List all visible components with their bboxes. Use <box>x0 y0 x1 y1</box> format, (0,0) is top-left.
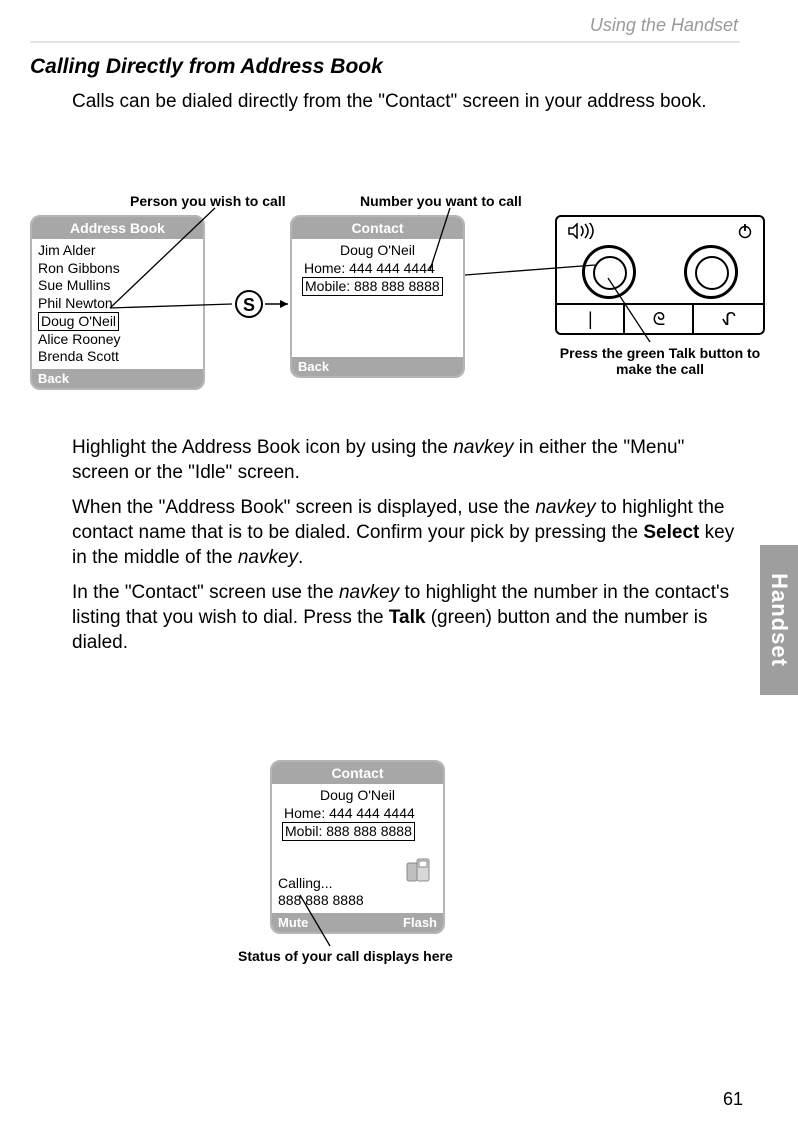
contact-body: Doug O'Neil Home: 444 444 4444 Mobil: 88… <box>272 784 443 913</box>
list-item[interactable]: Brenda Scott <box>38 348 197 366</box>
handset-illustration: | ᘓ ᖋ <box>555 215 765 335</box>
caption-press: Press the green Talk button to make the … <box>555 345 765 377</box>
softkey-row: Mute Flash <box>272 913 443 932</box>
contact-name: Doug O'Neil <box>278 787 437 805</box>
keypad-2[interactable]: ᘓ <box>626 305 694 333</box>
address-list: Jim Alder Ron Gibbons Sue Mullins Phil N… <box>32 239 203 369</box>
list-item[interactable]: Alice Rooney <box>38 331 197 349</box>
caption-status: Status of your call displays here <box>238 948 453 964</box>
list-item-selected[interactable]: Doug O'Neil <box>38 312 197 331</box>
phone-icon <box>405 857 435 885</box>
contact-home[interactable]: Home: 444 444 4444 <box>304 260 457 278</box>
paragraph-1: Highlight the Address Book icon by using… <box>72 435 738 485</box>
caption-number: Number you want to call <box>360 193 522 209</box>
caption-person: Person you wish to call <box>130 193 286 209</box>
screen-contact: Contact Doug O'Neil Home: 444 444 4444 M… <box>290 215 465 378</box>
select-key-icon: S <box>235 290 263 318</box>
keypad-3[interactable]: ᖋ <box>695 305 763 333</box>
screen-contact-calling: Contact Doug O'Neil Home: 444 444 4444 M… <box>270 760 445 934</box>
softkey-back[interactable]: Back <box>298 359 329 374</box>
page-number: 61 <box>723 1089 743 1110</box>
list-item[interactable]: Ron Gibbons <box>38 260 197 278</box>
softkey-flash[interactable]: Flash <box>403 915 437 930</box>
softkey-mute[interactable]: Mute <box>278 915 308 930</box>
softkey-row: Back <box>32 369 203 388</box>
list-item[interactable]: Jim Alder <box>38 242 197 260</box>
section-title: Calling Directly from Address Book <box>30 55 383 79</box>
power-icon <box>737 223 753 239</box>
screen-title: Contact <box>292 217 463 239</box>
paragraph-2: When the "Address Book" screen is displa… <box>72 495 738 570</box>
volume-icon <box>567 223 601 239</box>
keypad-1[interactable]: | <box>557 305 625 333</box>
screen-title: Address Book <box>32 217 203 239</box>
side-tab: Handset <box>760 545 798 695</box>
contact-body: Doug O'Neil Home: 444 444 4444 Mobile: 8… <box>292 239 463 357</box>
paragraph-3: In the "Contact" screen use the navkey t… <box>72 580 738 655</box>
list-item[interactable]: Phil Newton <box>38 295 197 313</box>
contact-mobile-selected[interactable]: Mobile: 888 888 8888 <box>302 277 457 296</box>
intro-paragraph: Calls can be dialed directly from the "C… <box>72 90 738 115</box>
talk-button[interactable] <box>582 245 636 299</box>
status-number: 888 888 8888 <box>278 892 437 910</box>
contact-name: Doug O'Neil <box>298 242 457 260</box>
softkey-back[interactable]: Back <box>38 371 69 386</box>
contact-mobile-selected: Mobil: 888 888 8888 <box>282 822 437 841</box>
end-button[interactable] <box>684 245 738 299</box>
softkey-row: Back <box>292 357 463 376</box>
header-section-label: Using the Handset <box>590 15 738 36</box>
contact-home: Home: 444 444 4444 <box>284 805 437 823</box>
screen-title: Contact <box>272 762 443 784</box>
screen-address-book: Address Book Jim Alder Ron Gibbons Sue M… <box>30 215 205 390</box>
list-item[interactable]: Sue Mullins <box>38 277 197 295</box>
